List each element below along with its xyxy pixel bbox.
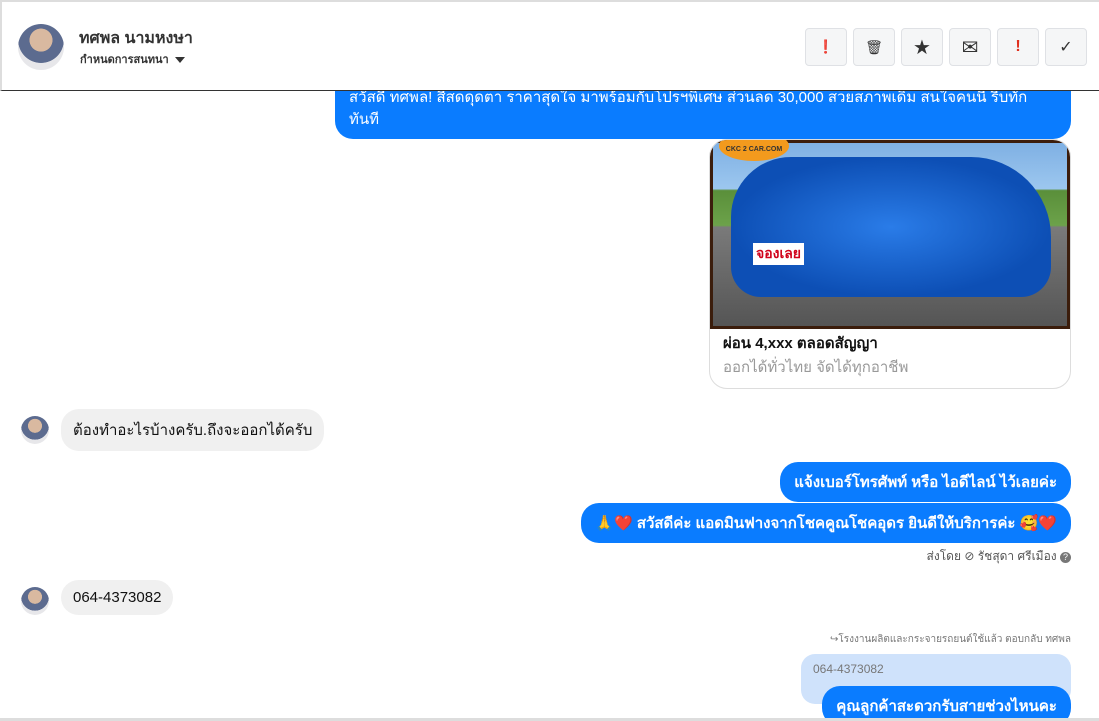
message-outgoing: คุณลูกค้าสะดวกรับสายช่วงไหนคะ <box>822 686 1071 718</box>
contact-avatar-small <box>21 416 49 444</box>
conversation-header: ทศพล นามหงษา กำหนดการสนทนา ❗ 🗑 ★ ✉ ! ✓ <box>0 0 1099 91</box>
exclamation-icon: ! <box>1015 38 1021 55</box>
book-now-tag: จองเลย <box>753 243 805 265</box>
contact-avatar[interactable] <box>18 24 64 70</box>
envelope-icon: ✉ <box>961 36 979 59</box>
trash-icon: 🗑 <box>865 38 883 55</box>
contact-name[interactable]: ทศพล นามหงษา <box>79 26 193 51</box>
caret-down-icon <box>174 57 185 64</box>
alert-circle-icon: ❗ <box>817 39 835 54</box>
card-subtitle: ออกได้ทั่วไทย จัดได้ทุกอาชีพ <box>723 359 909 376</box>
star-button[interactable]: ★ <box>901 28 943 66</box>
help-icon[interactable]: ? <box>1060 552 1071 563</box>
mark-important-button[interactable]: ! <box>997 28 1039 66</box>
assign-conversation-dropdown[interactable]: กำหนดการสนทนา <box>80 50 185 68</box>
message-promo: สวัสดี ทศพล! สีสดดุดตา ราคาสุดใจ มาพร้อม… <box>335 91 1071 139</box>
car-shape <box>731 157 1051 297</box>
car-image: CKC 2 CAR.COM จองเลย <box>710 140 1070 329</box>
mark-unread-button[interactable]: ✉ <box>949 28 991 66</box>
assign-label: กำหนดการสนทนา <box>80 54 169 66</box>
delete-button[interactable]: 🗑 <box>853 28 895 66</box>
message-outgoing: แจ้งเบอร์โทรศัพท์ หรือ ไอดีไลน์ ไว้เลยค่… <box>780 462 1071 502</box>
card-title: ผ่อน 4,xxx ตลอดสัญญา <box>723 335 878 352</box>
mark-done-button[interactable]: ✓ <box>1045 28 1087 66</box>
message-outgoing: 🙏❤️ สวัสดีค่ะ แอดมินฟางจากโชคคูณโชคอุดร … <box>581 503 1071 543</box>
sent-by-label: ส่งโดย ⊘ รัชสุดา ศรีเมือง ? <box>927 547 1071 566</box>
message-incoming: 064-4373082 <box>61 580 174 615</box>
check-icon: ✓ <box>1059 39 1073 56</box>
contact-avatar-small <box>21 587 49 615</box>
mark-spam-button[interactable]: ❗ <box>805 28 847 66</box>
reply-label: ↪โรงงานผลิตและกระจายรถยนต์ใช้แล้ว ตอบกลั… <box>830 634 1071 645</box>
message-thread[interactable]: สวัสดี ทศพล! สีสดดุดตา ราคาสุดใจ มาพร้อม… <box>0 91 1099 718</box>
star-icon: ★ <box>913 36 931 59</box>
message-incoming: ต้องทำอะไรบ้างครับ.ถึงจะออกได้ครับ <box>61 409 325 451</box>
product-card[interactable]: CKC 2 CAR.COM จองเลย ผ่อน 4,xxx ตลอดสัญญ… <box>709 139 1071 389</box>
sent-by-text: ส่งโดย ⊘ รัชสุดา ศรีเมือง <box>926 549 1057 563</box>
